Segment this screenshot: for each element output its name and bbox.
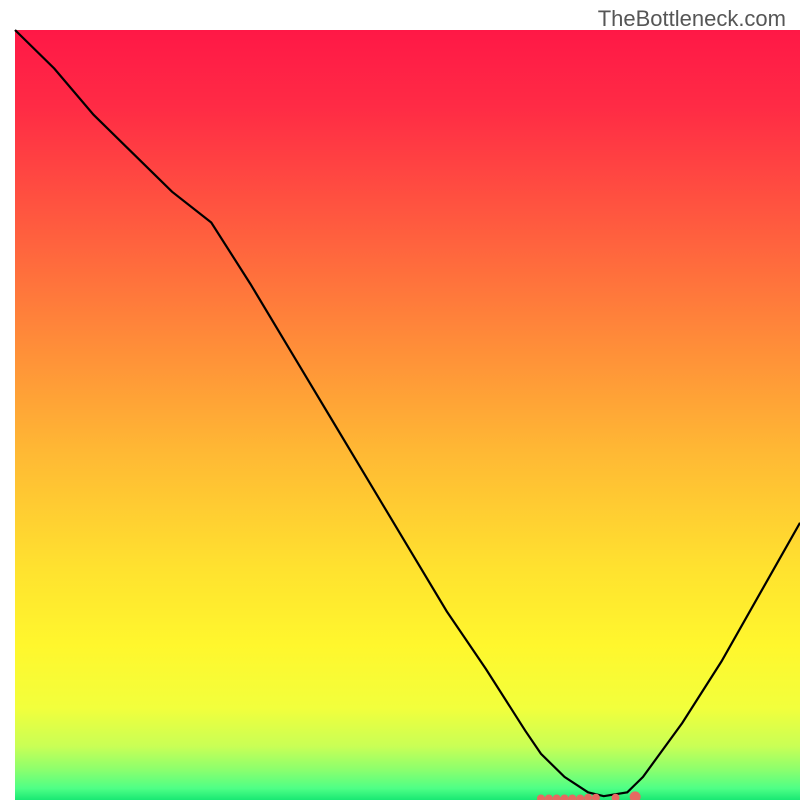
chart-plot bbox=[0, 0, 800, 800]
watermark-text: TheBottleneck.com bbox=[598, 6, 786, 32]
chart-container: TheBottleneck.com bbox=[0, 0, 800, 800]
plot-background bbox=[15, 30, 800, 800]
